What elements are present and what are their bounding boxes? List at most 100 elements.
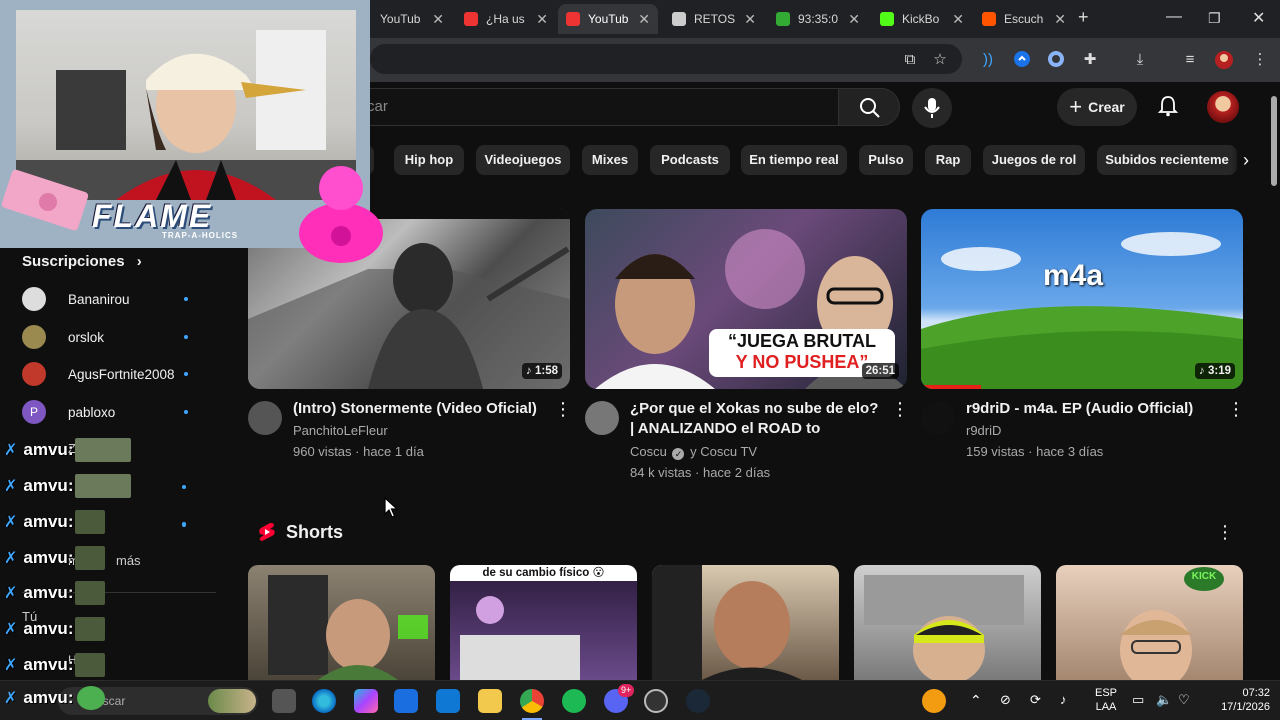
- download-icon[interactable]: ⤓: [1130, 50, 1150, 70]
- more-options-icon[interactable]: ⋮: [891, 400, 909, 418]
- search-button[interactable]: [838, 88, 900, 126]
- short-card-2[interactable]: de su cambio físico 😮: [450, 565, 637, 680]
- tray-app-icon[interactable]: [922, 689, 946, 713]
- chip-mixes[interactable]: Mixes: [582, 145, 638, 175]
- close-tab-icon[interactable]: ✕: [848, 11, 860, 28]
- shazam-extension-icon[interactable]: [1012, 50, 1032, 70]
- chip-pulso[interactable]: Pulso: [859, 145, 913, 175]
- cast-icon[interactable]: ⧉: [900, 50, 920, 70]
- video-title[interactable]: ¿Por que el Xokas no sube de elo? | ANAL…: [630, 399, 885, 439]
- video-stats: 960 vistas · hace 1 día: [293, 444, 424, 459]
- tray-sync-icon[interactable]: ⟳: [1030, 693, 1041, 707]
- video-channel[interactable]: PanchitoLeFleur: [293, 423, 388, 438]
- edge-browser-icon[interactable]: [312, 689, 336, 713]
- task-view-icon[interactable]: [272, 689, 296, 713]
- browser-tab-7[interactable]: Escuch ✕: [974, 4, 1074, 34]
- channel-avatar[interactable]: [585, 401, 619, 435]
- tray-volume-icon[interactable]: 🔈: [1156, 693, 1172, 707]
- video-thumbnail[interactable]: “JUEGA BRUTAL Y NO PUSHEA” 26:51: [585, 209, 907, 389]
- browser-tab-2[interactable]: ¿Ha us ✕: [456, 4, 556, 34]
- browser-tab-1[interactable]: YouTub ✕: [372, 4, 452, 34]
- extension-circle-icon[interactable]: [1046, 50, 1066, 70]
- shorts-more-options-icon[interactable]: ⋮: [1216, 522, 1234, 543]
- tray-network-icon[interactable]: ⊘: [1000, 693, 1011, 707]
- short-card-5[interactable]: KICK: [1056, 565, 1243, 680]
- video-thumbnail[interactable]: m4a ♪ 3:19: [921, 209, 1243, 389]
- channel-avatar[interactable]: [921, 401, 955, 435]
- notifications-bell-icon[interactable]: [1156, 94, 1180, 118]
- video-title[interactable]: (Intro) Stonermente (Video Oficial): [293, 399, 548, 419]
- account-avatar[interactable]: [1207, 91, 1239, 123]
- subscriptions-heading[interactable]: Suscripciones ›: [22, 253, 142, 270]
- profile-avatar-icon[interactable]: [1214, 50, 1234, 70]
- tray-mic-icon[interactable]: ♪: [1060, 693, 1067, 707]
- sidebar-item-bananirou[interactable]: Bananirou: [22, 286, 192, 312]
- chip-en-tiempo-real[interactable]: En tiempo real: [741, 145, 847, 175]
- chip-videojuegos[interactable]: Videojuegos: [476, 145, 570, 175]
- chat-emote-icon: [75, 581, 106, 605]
- copilot-icon[interactable]: [354, 689, 378, 713]
- video-card-2[interactable]: “JUEGA BRUTAL Y NO PUSHEA” 26:51 ¿Por qu…: [585, 209, 909, 480]
- chip-rap[interactable]: Rap: [925, 145, 971, 175]
- sidebar-item-orslok[interactable]: orslok: [22, 324, 192, 350]
- file-explorer-icon[interactable]: [478, 689, 502, 713]
- browser-tab-3-active[interactable]: YouTub ✕: [558, 4, 658, 34]
- extensions-puzzle-icon[interactable]: ✚: [1080, 50, 1100, 70]
- browser-tab-4[interactable]: RETOS ✕: [664, 4, 764, 34]
- bookmark-star-icon[interactable]: ☆: [930, 50, 950, 70]
- video-channel[interactable]: Coscu: [630, 444, 667, 459]
- tray-display-icon[interactable]: ▭: [1132, 693, 1144, 707]
- chrome-icon[interactable]: [520, 689, 544, 713]
- close-tab-icon[interactable]: ✕: [536, 11, 548, 28]
- close-tab-icon[interactable]: ✕: [1054, 11, 1066, 28]
- address-bar[interactable]: [370, 44, 962, 74]
- browser-menu-icon[interactable]: ⋮: [1250, 50, 1270, 70]
- video-channel[interactable]: r9driD: [966, 423, 1001, 438]
- obs-icon[interactable]: [644, 689, 668, 713]
- tray-chevron-up-icon[interactable]: ⌃: [970, 693, 982, 707]
- new-tab-button[interactable]: +: [1078, 7, 1089, 28]
- chip-juegos-de-rol[interactable]: Juegos de rol: [983, 145, 1085, 175]
- close-tab-icon[interactable]: ✕: [638, 11, 650, 28]
- browser-tab-6[interactable]: KickBo ✕: [872, 4, 972, 34]
- more-options-icon[interactable]: ⋮: [1227, 400, 1245, 418]
- spotify-icon[interactable]: [562, 689, 586, 713]
- video-card-3[interactable]: m4a ♪ 3:19 r9driD - m4a. EP (Audio Offic…: [921, 209, 1245, 459]
- close-window-icon[interactable]: ✕: [1252, 8, 1265, 28]
- short-card-1[interactable]: [248, 565, 435, 680]
- channel-avatar[interactable]: [248, 401, 282, 435]
- sidebar-item-agusfortnite2008[interactable]: AgusFortnite2008: [22, 361, 192, 387]
- search-input[interactable]: car: [330, 88, 838, 126]
- page-scrollbar[interactable]: [1268, 82, 1280, 682]
- document-favicon-icon: [672, 12, 686, 26]
- media-control-icon[interactable]: ≡: [1180, 50, 1200, 70]
- close-tab-icon[interactable]: ✕: [744, 11, 756, 28]
- close-tab-icon[interactable]: ✕: [432, 11, 444, 28]
- system-clock[interactable]: 07:32 17/1/2026: [1200, 686, 1270, 714]
- video-collab-channel[interactable]: y Coscu TV: [690, 444, 757, 459]
- language-indicator[interactable]: ESP LAA: [1092, 686, 1120, 714]
- chip-podcasts[interactable]: Podcasts: [650, 145, 730, 175]
- show-more-link[interactable]: más: [116, 553, 141, 568]
- microsoft-store-icon[interactable]: [394, 689, 418, 713]
- channel-name: AgusFortnite2008: [68, 366, 175, 382]
- voice-search-button[interactable]: [912, 88, 952, 128]
- sidebar-item-pabloxo[interactable]: P pabloxo: [22, 399, 192, 425]
- short-card-3[interactable]: [652, 565, 839, 680]
- browser-tab-5[interactable]: 93:35:0 ✕: [768, 4, 868, 34]
- chip-hip-hop[interactable]: Hip hop: [394, 145, 464, 175]
- chip-subidos-recientemente[interactable]: Subidos recienteme: [1097, 145, 1237, 175]
- chevron-right-icon[interactable]: ›: [1232, 145, 1260, 175]
- scrollbar-thumb[interactable]: [1271, 96, 1277, 186]
- steam-icon[interactable]: [686, 689, 710, 713]
- minimize-icon[interactable]: —: [1166, 8, 1182, 26]
- video-title[interactable]: r9driD - m4a. EP (Audio Official): [966, 399, 1221, 419]
- create-button[interactable]: + Crear: [1057, 88, 1137, 126]
- close-tab-icon[interactable]: ✕: [952, 11, 964, 28]
- short-card-4[interactable]: [854, 565, 1041, 680]
- outlook-icon[interactable]: [436, 689, 460, 713]
- restore-icon[interactable]: ❐: [1208, 10, 1221, 27]
- more-options-icon[interactable]: ⋮: [554, 400, 572, 418]
- tray-notification-icon[interactable]: ♡: [1178, 693, 1190, 707]
- listen-extension-icon[interactable]: )): [978, 50, 998, 70]
